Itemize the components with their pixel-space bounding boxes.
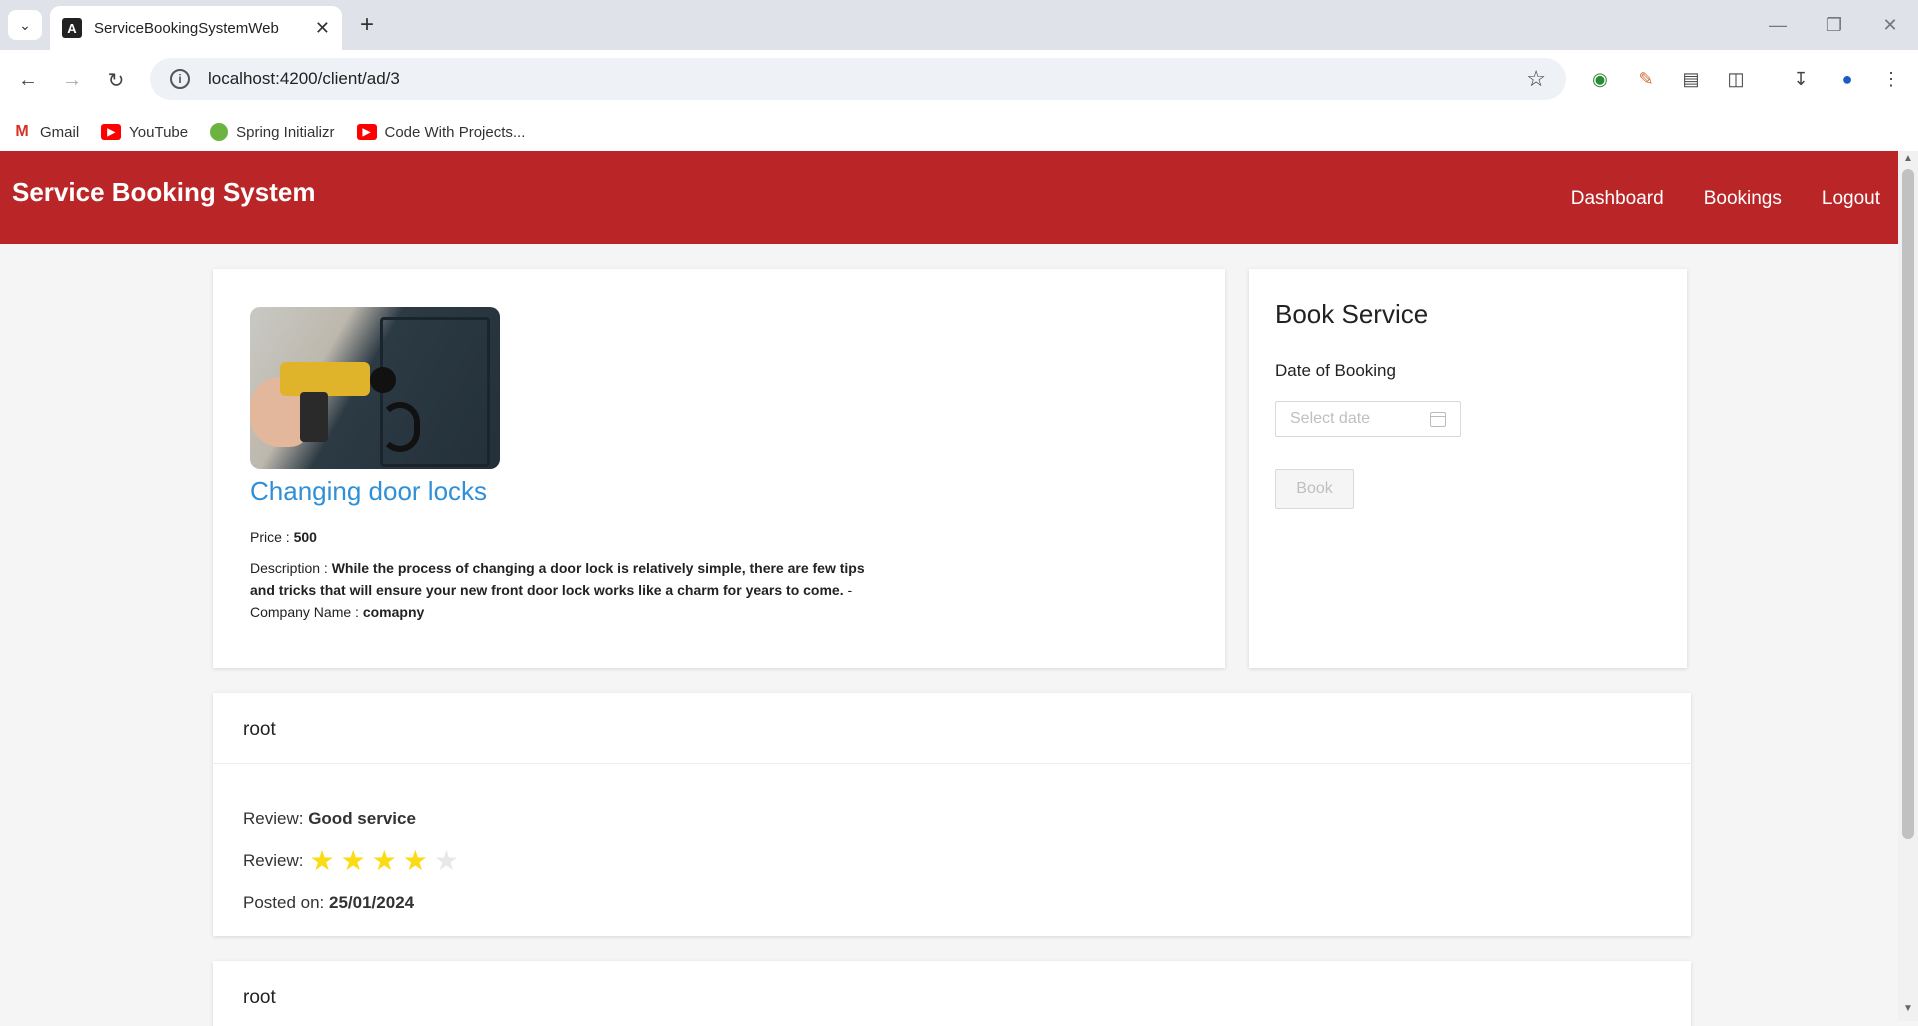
site-info-icon[interactable]: i	[170, 69, 190, 89]
star-filled-icon: ★	[371, 845, 397, 876]
power-drill	[280, 362, 370, 396]
review-body: Review: Good service Review: ★ ★ ★ ★ ★ Poste…	[243, 798, 465, 924]
review-user: root	[243, 987, 276, 1008]
download-icon[interactable]: ↧	[1786, 64, 1816, 94]
top-nav: Dashboard Bookings Logout	[1531, 188, 1880, 210]
star-filled-icon: ★	[340, 845, 366, 876]
book-service-title: Book Service	[1275, 299, 1429, 329]
date-placeholder: Select date	[1290, 410, 1371, 427]
address-bar[interactable]: i localhost:4200/client/ad/3 ☆	[150, 58, 1566, 100]
review-text-line: Review: Good service	[243, 798, 465, 840]
book-service-card: Book Service Date of Booking Select date…	[1249, 269, 1687, 668]
door-handle	[380, 402, 420, 452]
brand-title[interactable]: Service Booking System	[12, 177, 315, 208]
url-text[interactable]: localhost:4200/client/ad/3	[208, 69, 1526, 89]
restore-icon[interactable]: ❐	[1814, 8, 1854, 42]
youtube-icon: ▶	[356, 124, 377, 140]
bookmark-gmail[interactable]: M Gmail	[12, 123, 80, 141]
posted-date: 25/01/2024	[329, 893, 415, 912]
nav-dashboard[interactable]: Dashboard	[1571, 188, 1664, 210]
browser-tab-strip: ⌄ A ServiceBookingSystemWeb ✕ + — ❐ ✕	[0, 0, 1918, 50]
star-empty-icon: ★	[433, 845, 460, 876]
review-label: Review:	[243, 809, 304, 828]
bookmark-star-icon[interactable]: ☆	[1526, 66, 1546, 92]
ad-detail-card: Changing door locks Price : 500 Descript…	[213, 269, 1225, 668]
price-label: Price :	[250, 529, 290, 545]
extensions-puzzle-icon[interactable]: ◫	[1721, 64, 1751, 94]
bookmark-label: Code With Projects...	[384, 123, 526, 141]
bookmark-youtube[interactable]: ▶ YouTube	[101, 124, 188, 141]
description-text: While the process of changing a door loc…	[250, 560, 865, 598]
spring-icon	[210, 123, 229, 141]
ad-description: Description : While the process of chang…	[250, 557, 875, 623]
tab-close-icon[interactable]: ✕	[315, 18, 330, 39]
review-posted-line: Posted on: 25/01/2024	[243, 882, 465, 924]
ad-image	[250, 307, 500, 469]
close-window-icon[interactable]: ✕	[1870, 8, 1910, 42]
reload-icon[interactable]: ↻	[100, 64, 132, 96]
profile-avatar-icon[interactable]: ●	[1832, 64, 1862, 94]
company-name: comapny	[362, 604, 425, 620]
new-tab-plus-icon[interactable]: +	[352, 10, 382, 40]
nav-logout[interactable]: Logout	[1822, 188, 1880, 210]
booking-date-picker[interactable]: Select date	[1275, 401, 1461, 437]
bookmark-label: Spring Initializr	[236, 123, 335, 141]
scroll-up-icon[interactable]: ▲	[1902, 153, 1914, 164]
review-card: root	[213, 961, 1691, 1026]
star-filled-icon: ★	[402, 845, 428, 876]
scroll-thumb[interactable]	[1902, 169, 1914, 839]
review-user: root	[213, 693, 1691, 764]
page-scrollbar[interactable]: ▲ ▼	[1898, 151, 1918, 1021]
posted-label: Posted on:	[243, 893, 325, 912]
ad-price: Price : 500	[250, 529, 317, 545]
browser-menu-icon[interactable]: ⋮	[1876, 64, 1906, 94]
rating-label: Review:	[243, 851, 304, 870]
price-value: 500	[293, 529, 317, 545]
book-button[interactable]: Book	[1275, 469, 1354, 509]
ad-title: Changing door locks	[250, 476, 488, 506]
extension-globe-icon[interactable]: ◉	[1585, 64, 1615, 94]
star-filled-icon: ★	[309, 845, 335, 876]
gmail-icon: M	[12, 123, 32, 140]
back-arrow-icon[interactable]: ←	[12, 64, 44, 96]
drill-grip	[300, 392, 328, 442]
scroll-down-icon[interactable]: ▼	[1902, 1003, 1914, 1014]
review-card: root Review: Good service Review: ★ ★ ★ ★ ★ …	[213, 693, 1691, 936]
nav-bookings[interactable]: Bookings	[1704, 188, 1782, 210]
minimize-icon[interactable]: —	[1758, 8, 1798, 42]
bookmark-spring-initializr[interactable]: Spring Initializr	[210, 123, 335, 141]
extension-pen-icon[interactable]: ✎	[1631, 64, 1661, 94]
angular-favicon-icon: A	[62, 18, 82, 38]
tab-title: ServiceBookingSystemWeb	[94, 19, 279, 37]
bookmark-label: Gmail	[40, 123, 80, 141]
tab-search-chevron-icon[interactable]: ⌄	[8, 10, 42, 40]
door-lock	[370, 367, 396, 393]
star-rating: ★ ★ ★ ★ ★	[309, 847, 465, 875]
bookmarks-bar: M Gmail ▶ YouTube Spring Initializr ▶ Co…	[0, 112, 547, 152]
youtube-icon: ▶	[101, 124, 122, 140]
browser-toolbar: ← → ↻ i localhost:4200/client/ad/3 ☆ ◉ ✎…	[0, 50, 1918, 158]
review-text: Good service	[308, 809, 416, 828]
extension-new-icon[interactable]: ▤	[1676, 64, 1706, 94]
forward-arrow-icon[interactable]: →	[56, 64, 88, 96]
app-header: Service Booking System Dashboard Booking…	[0, 151, 1898, 244]
browser-tab[interactable]: A ServiceBookingSystemWeb ✕	[50, 6, 342, 50]
date-of-booking-label: Date of Booking	[1275, 361, 1396, 380]
review-rating-line: Review: ★ ★ ★ ★ ★	[243, 840, 465, 882]
calendar-icon	[1430, 411, 1446, 427]
bookmark-label: YouTube	[129, 123, 189, 141]
description-label: Description :	[250, 560, 328, 576]
bookmark-code-with-projects[interactable]: ▶ Code With Projects...	[356, 123, 526, 141]
